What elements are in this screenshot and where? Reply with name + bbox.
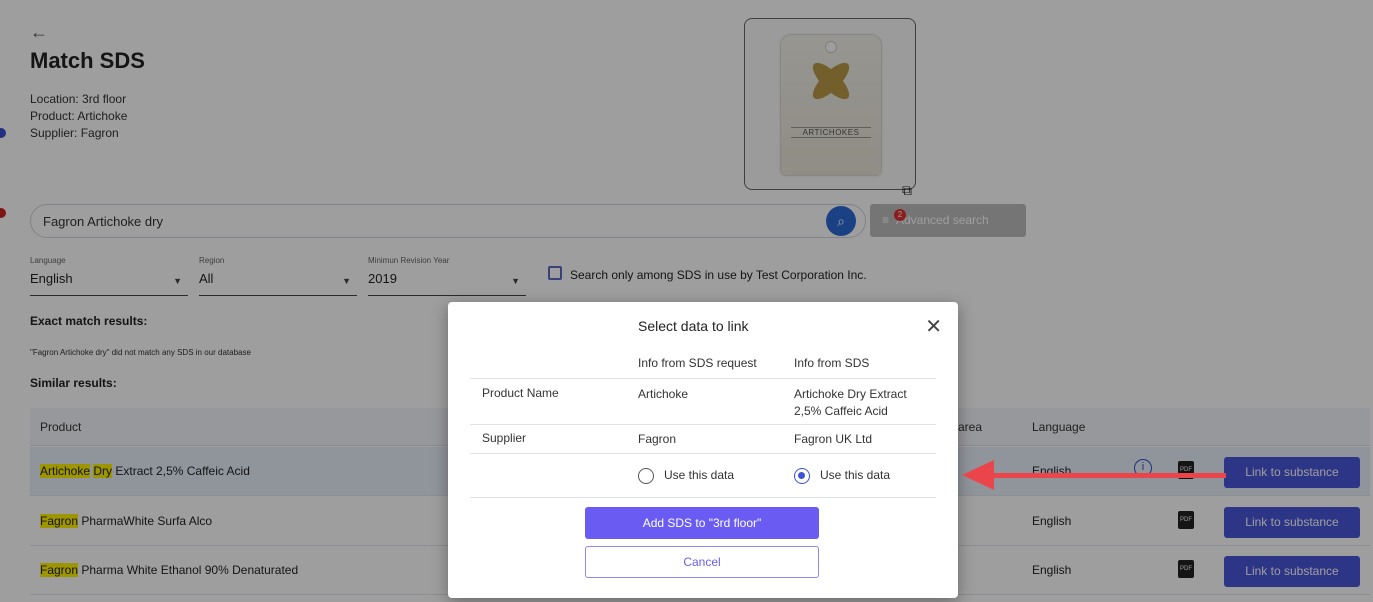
cancel-button[interactable]: Cancel xyxy=(585,546,819,578)
annotation-arrow-line xyxy=(990,473,1226,478)
column-sds-header: Info from SDS xyxy=(794,356,870,370)
use-sds-data-radio[interactable] xyxy=(794,468,810,484)
column-request-header: Info from SDS request xyxy=(638,356,757,370)
divider xyxy=(470,497,936,498)
product-name-label: Product Name xyxy=(482,386,559,400)
supplier-label: Supplier xyxy=(482,431,527,445)
use-request-data-label: Use this data xyxy=(664,468,735,482)
select-data-dialog: Select data to link ✕ Info from SDS requ… xyxy=(448,302,958,598)
sds-product-value-line2: 2,5% Caffeic Acid xyxy=(794,404,888,418)
dialog-title: Select data to link xyxy=(638,318,749,334)
divider xyxy=(470,378,936,379)
add-sds-button[interactable]: Add SDS to "3rd floor" xyxy=(585,507,819,539)
sds-product-value: Artichoke Dry Extract xyxy=(794,387,907,401)
request-supplier-value: Fagron xyxy=(638,432,677,446)
sds-supplier-value: Fagron UK Ltd xyxy=(794,432,873,446)
divider xyxy=(470,424,936,425)
request-product-value: Artichoke xyxy=(638,387,689,401)
close-icon[interactable]: ✕ xyxy=(925,314,942,339)
use-sds-data-label: Use this data xyxy=(820,468,891,482)
use-request-data-radio[interactable] xyxy=(638,468,654,484)
annotation-arrow-icon xyxy=(962,460,994,490)
divider xyxy=(470,453,936,454)
